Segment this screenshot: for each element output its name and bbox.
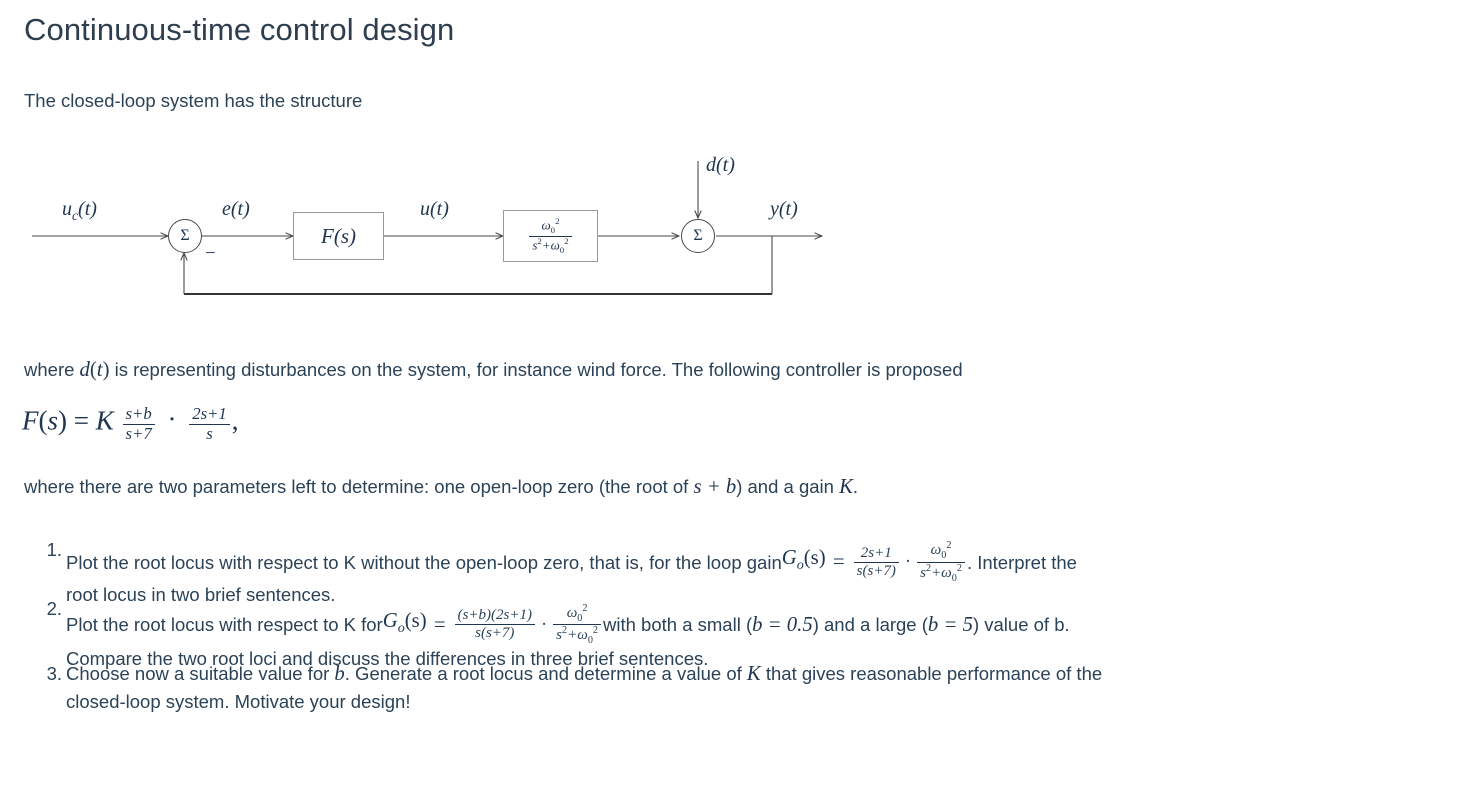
item2-multiply-dot: ·: [541, 614, 548, 635]
item3-text-mid: . Generate a root locus and determine a …: [344, 663, 747, 684]
item2-fraction-2: ω02 s2+ω02: [553, 603, 602, 647]
item2-text-post: ) value of b.: [972, 613, 1070, 635]
equation-fraction-2: 2s+1 s: [189, 404, 230, 443]
equation-comma: ,: [231, 405, 239, 436]
inline-math-K: K: [839, 476, 853, 498]
item3-K-symbol: K: [746, 663, 761, 685]
equation-multiply-dot: ·: [167, 404, 177, 434]
item3-text-pre: Choose now a suitable value for: [66, 663, 335, 684]
list-item-body: Choose now a suitable value for b. Gener…: [66, 660, 1466, 715]
parameters-paragraph-pre: where there are two parameters left to d…: [24, 476, 694, 497]
list-item: 2. Plot the root locus with respect to K…: [36, 595, 1466, 669]
item1-text-post: . Interpret the: [966, 551, 1077, 573]
disturbance-paragraph-pre: where: [24, 359, 80, 380]
item2-text-pre: Plot the root locus with respect to K fo…: [66, 613, 383, 635]
label-control-signal: u(t): [420, 198, 449, 220]
label-disturbance-signal: d(t): [706, 154, 735, 176]
list-item-marker: 1.: [46, 539, 62, 560]
item1-fraction-1: 2s+1 s(s+7): [853, 545, 899, 580]
item3-b-symbol: b: [334, 663, 345, 685]
disturbance-paragraph-post: is representing disturbances on the syst…: [109, 359, 963, 380]
list-item: 3. Choose now a suitable value for b. Ge…: [36, 660, 1466, 716]
label-reference-signal: uc(t): [62, 198, 97, 223]
plant-transfer-function: ω02 s2+ω02: [529, 216, 572, 256]
parameters-paragraph-mid: ) and a gain: [736, 476, 840, 497]
disturbance-paragraph: where d(t) is representing disturbances …: [24, 357, 963, 383]
inline-math-s-plus-b: s + b: [693, 476, 737, 498]
list-item-marker: 2.: [46, 598, 62, 619]
label-error-signal: e(t): [222, 198, 250, 220]
diagram-wires: [32, 161, 880, 296]
controller-equation: F(s) = K s+b s+7 · 2s+1 s ,: [22, 404, 239, 443]
list-item: 1. Plot the root locus with respect to K…: [36, 536, 1466, 605]
controller-block: F(s): [293, 212, 384, 260]
minus-sign: −: [205, 243, 216, 264]
list-item-line: closed-loop system. Motivate your design…: [66, 691, 411, 712]
document-page: Continuous-time control design The close…: [0, 0, 1481, 791]
plant-block: ω02 s2+ω02: [503, 210, 598, 262]
task-list: 1. Plot the root locus with respect to K…: [36, 536, 1466, 718]
item2-b-small-value: b = 0.5: [752, 613, 813, 636]
closed-loop-block-diagram: uc(t) e(t) u(t) d(t) y(t) Σ − F(s) ω02 s…: [0, 142, 880, 322]
equation-lhs: F(s): [22, 405, 68, 436]
label-output-signal: y(t): [770, 198, 798, 220]
list-item-line: Choose now a suitable value for b. Gener…: [66, 660, 1466, 688]
inline-math-d-of-t: d: [79, 359, 90, 381]
summing-junction-error: Σ: [168, 219, 202, 253]
item1-fraction-2: ω02 s2+ω02: [917, 540, 965, 584]
equation-gain: K: [95, 405, 114, 436]
list-item-line: Plot the root locus with respect to K fo…: [66, 595, 1466, 647]
parameters-paragraph-post: .: [852, 476, 859, 497]
summing-junction-disturbance: Σ: [681, 219, 715, 253]
list-item-line: Plot the root locus with respect to K wi…: [66, 536, 1466, 584]
item2-text-mid: with both a small (: [603, 613, 753, 635]
parameters-paragraph: where there are two parameters left to d…: [24, 474, 858, 500]
page-title: Continuous-time control design: [24, 12, 455, 47]
item1-equals: =: [831, 550, 846, 573]
equation-equals: =: [73, 405, 89, 436]
item2-equals: =: [432, 613, 447, 636]
item2-fraction-1: (s+b)(2s+1) s(s+7): [454, 607, 535, 642]
item1-text-pre: Plot the root locus with respect to K wi…: [66, 551, 782, 573]
equation-fraction-1: s+b s+7: [122, 404, 155, 443]
item1-loop-gain-symbol: Go(s): [781, 547, 826, 574]
item2-b-large-value: b = 5: [927, 613, 973, 636]
intro-paragraph: The closed-loop system has the structure: [24, 90, 363, 111]
item3-text-post: that gives reasonable performance of the: [760, 663, 1103, 684]
item1-multiply-dot: ·: [904, 551, 912, 572]
inline-math-d-arg: (: [89, 359, 97, 381]
item2-text-mid2: ) and a large (: [812, 613, 928, 635]
list-item-marker: 3.: [46, 663, 62, 684]
